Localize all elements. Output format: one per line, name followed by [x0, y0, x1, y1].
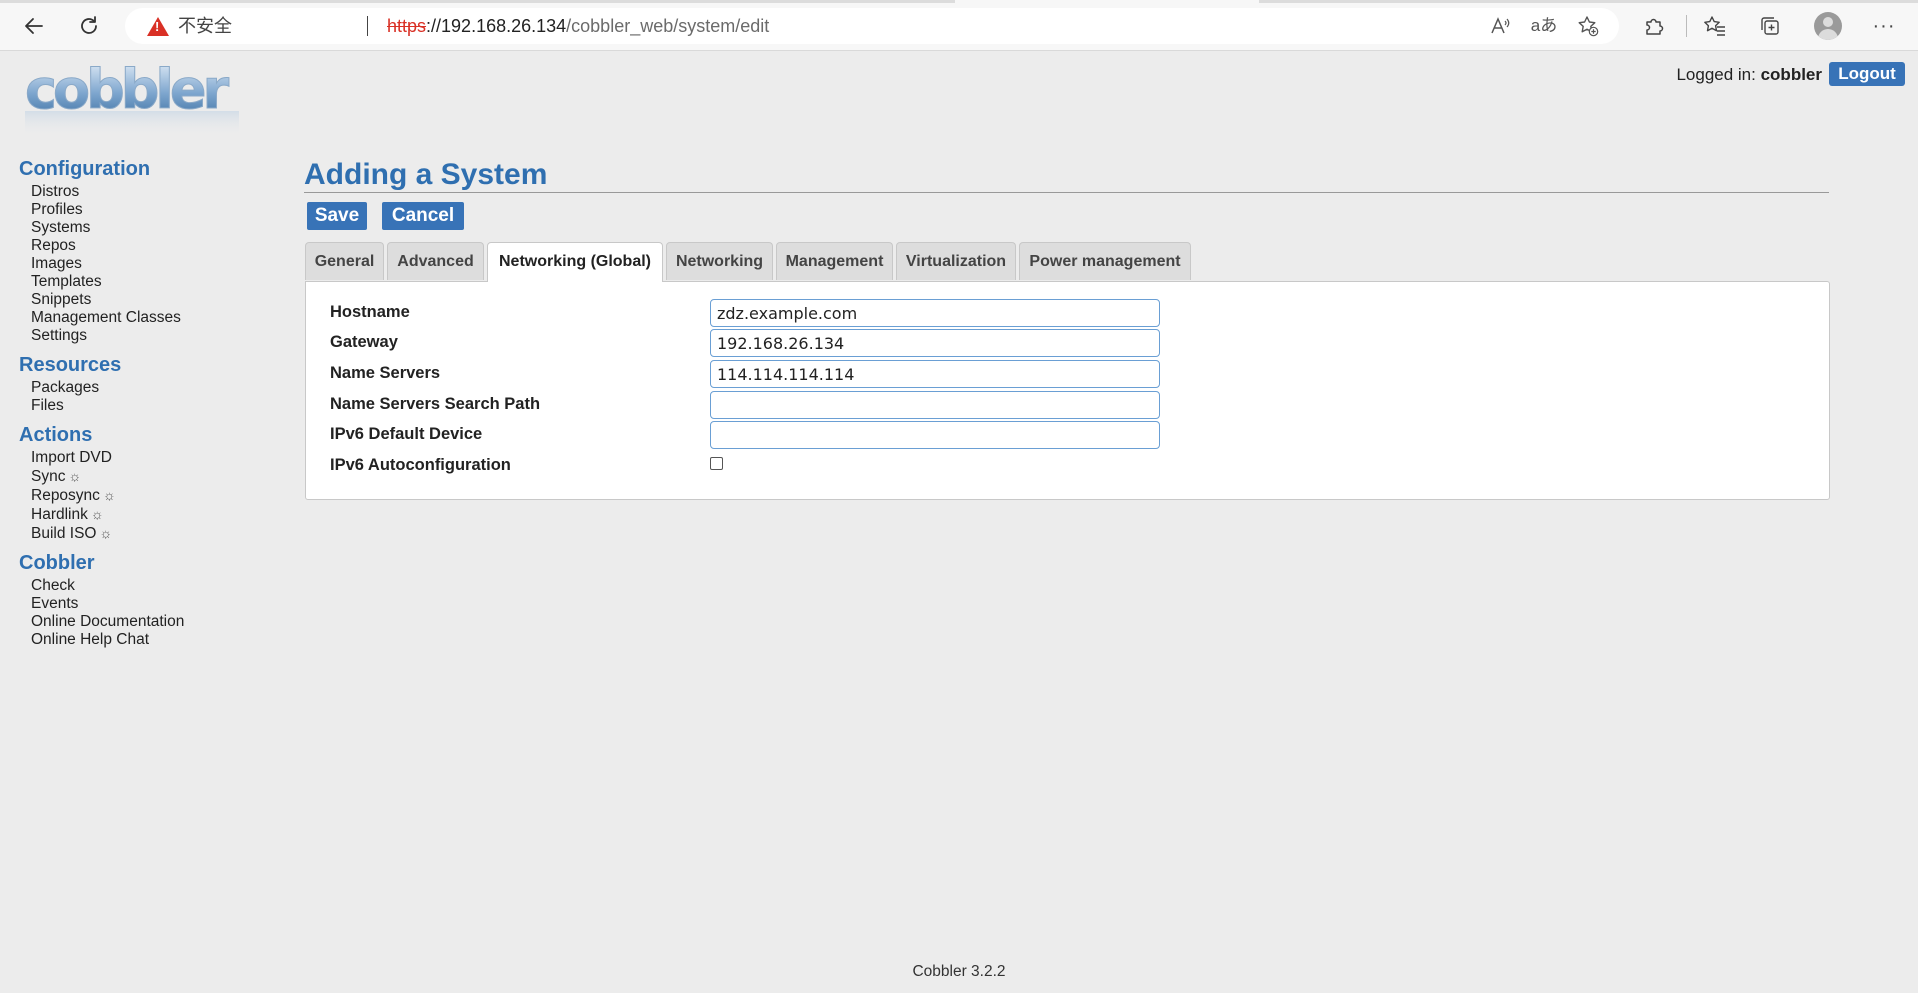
favorites-icon[interactable]	[1698, 10, 1732, 42]
tab-virtualization[interactable]: Virtualization	[896, 242, 1016, 280]
active-tab-edge	[955, 0, 1259, 3]
address-separator	[367, 16, 368, 36]
sidebar-list-cobbler: Check Events Online Documentation Online…	[19, 577, 259, 649]
sidebar-list-resources: Packages Files	[19, 379, 259, 415]
refresh-icon	[81, 16, 97, 34]
sidebar-item-build-iso[interactable]: Build ISO ☼	[31, 524, 259, 543]
sidebar-item-systems[interactable]: Systems	[31, 219, 259, 237]
gateway-label: Gateway	[330, 333, 398, 351]
username: cobbler	[1760, 65, 1822, 84]
sidebar-item-settings[interactable]: Settings	[31, 327, 259, 345]
tab-power-management[interactable]: Power management	[1019, 242, 1191, 280]
hostname-label: Hostname	[330, 303, 410, 321]
networking-global-panel: Hostname Gateway Name Servers Name Serve…	[305, 281, 1830, 500]
sidebar-heading-actions: Actions	[19, 424, 93, 446]
gear-icon: ☼	[90, 506, 104, 522]
hostname-row: Hostname	[330, 299, 1810, 327]
name-servers-label: Name Servers	[330, 364, 441, 382]
ipv6-default-device-row: IPv6 Default Device	[330, 421, 1810, 449]
sidebar-list-actions: Import DVD Sync ☼ Reposync ☼ Hardlink ☼ Bui…	[19, 449, 259, 543]
name-servers-search-field[interactable]	[710, 391, 1160, 419]
sidebar-item-hardlink[interactable]: Hardlink ☼	[31, 505, 259, 524]
page-title: Adding a System	[304, 158, 548, 191]
tab-networking-global[interactable]: Networking (Global)	[487, 242, 663, 282]
cancel-button[interactable]: Cancel	[382, 202, 464, 230]
sidebar-item-online-documentation[interactable]: Online Documentation	[31, 613, 259, 631]
insecure-label[interactable]: 不安全	[178, 8, 232, 44]
sidebar-item-reposync[interactable]: Reposync ☼	[31, 486, 259, 505]
star-plus-icon[interactable]	[1571, 8, 1605, 44]
sidebar-heading-cobbler: Cobbler	[19, 552, 95, 574]
sidebar-item-events[interactable]: Events	[31, 595, 259, 613]
refresh-button[interactable]	[73, 10, 105, 42]
tab-strip-edge	[0, 0, 1918, 3]
warning-triangle-icon[interactable]	[147, 17, 169, 36]
logout-button[interactable]: Logout	[1829, 62, 1905, 86]
name-servers-search-row: Name Servers Search Path	[330, 391, 1810, 419]
translate-icon[interactable]: aあ	[1527, 8, 1561, 44]
sidebar-item-reposync-label: Reposync	[31, 487, 100, 504]
tab-advanced[interactable]: Advanced	[387, 242, 484, 280]
read-aloud-icon[interactable]	[1483, 8, 1517, 44]
url-host: ://192.168.26.134	[426, 16, 567, 36]
logo-reflection	[25, 111, 239, 137]
url-path: /cobbler_web/system/edit	[566, 16, 770, 36]
sidebar-item-snippets[interactable]: Snippets	[31, 291, 259, 309]
address-bar[interactable]: 不安全 https://192.168.26.134/cobbler_web/s…	[125, 8, 1619, 44]
arrow-left-icon	[25, 18, 43, 34]
browser-toolbar: 不安全 https://192.168.26.134/cobbler_web/s…	[0, 0, 1918, 51]
sidebar-item-images[interactable]: Images	[31, 255, 259, 273]
login-info: Logged in: cobbler	[1676, 64, 1822, 86]
sidebar-item-management-classes[interactable]: Management Classes	[31, 309, 259, 327]
ipv6-default-device-field[interactable]	[710, 421, 1160, 449]
title-divider	[304, 192, 1829, 193]
back-button[interactable]	[18, 10, 50, 42]
sidebar-item-repos[interactable]: Repos	[31, 237, 259, 255]
logged-in-label: Logged in:	[1676, 65, 1756, 84]
sidebar-heading-configuration: Configuration	[19, 158, 151, 180]
save-button[interactable]: Save	[307, 202, 367, 230]
collections-icon[interactable]	[1753, 10, 1787, 42]
cobbler-logo[interactable]: cobbler	[23, 58, 241, 140]
puzzle-icon[interactable]	[1637, 10, 1671, 42]
gear-icon: ☼	[99, 525, 113, 541]
sidebar-item-sync-label: Sync	[31, 468, 66, 485]
sidebar-item-profiles[interactable]: Profiles	[31, 201, 259, 219]
tab-general[interactable]: General	[305, 242, 384, 280]
sidebar-item-distros[interactable]: Distros	[31, 183, 259, 201]
sidebar-item-import-dvd[interactable]: Import DVD	[31, 449, 259, 467]
name-servers-row: Name Servers	[330, 360, 1810, 388]
ipv6-autoconfig-row: IPv6 Autoconfiguration	[330, 452, 1810, 480]
ipv6-autoconfig-checkbox[interactable]	[710, 457, 723, 470]
tab-networking[interactable]: Networking	[666, 242, 773, 280]
sidebar-item-sync[interactable]: Sync ☼	[31, 467, 259, 486]
ipv6-default-device-label: IPv6 Default Device	[330, 425, 483, 443]
sidebar-heading-resources: Resources	[19, 354, 122, 376]
gear-icon: ☼	[102, 487, 116, 503]
url-text[interactable]: https://192.168.26.134/cobbler_web/syste…	[387, 8, 769, 44]
footer-version: Cobbler 3.2.2	[912, 963, 1006, 980]
sidebar-item-build-iso-label: Build ISO	[31, 525, 97, 542]
more-dots-icon[interactable]: ···	[1867, 10, 1901, 42]
hostname-field[interactable]	[710, 299, 1160, 327]
url-protocol: https	[387, 16, 427, 36]
sidebar-item-hardlink-label: Hardlink	[31, 506, 88, 523]
sidebar-item-files[interactable]: Files	[31, 397, 259, 415]
gateway-row: Gateway	[330, 329, 1810, 357]
sidebar-list-configuration: Distros Profiles Systems Repos Images Te…	[19, 183, 259, 345]
name-servers-search-label: Name Servers Search Path	[330, 395, 541, 413]
sidebar: Configuration Distros Profiles Systems R…	[19, 157, 259, 657]
gear-icon: ☼	[68, 468, 82, 484]
gateway-field[interactable]	[710, 329, 1160, 357]
ipv6-autoconfig-label: IPv6 Autoconfiguration	[330, 456, 511, 474]
sidebar-item-online-help-chat[interactable]: Online Help Chat	[31, 631, 259, 649]
tab-management[interactable]: Management	[776, 242, 893, 280]
name-servers-field[interactable]	[710, 360, 1160, 388]
sidebar-item-check[interactable]: Check	[31, 577, 259, 595]
toolbar-separator	[1686, 15, 1687, 37]
sidebar-item-templates[interactable]: Templates	[31, 273, 259, 291]
sidebar-item-packages[interactable]: Packages	[31, 379, 259, 397]
profile-avatar-icon[interactable]	[1814, 12, 1842, 40]
